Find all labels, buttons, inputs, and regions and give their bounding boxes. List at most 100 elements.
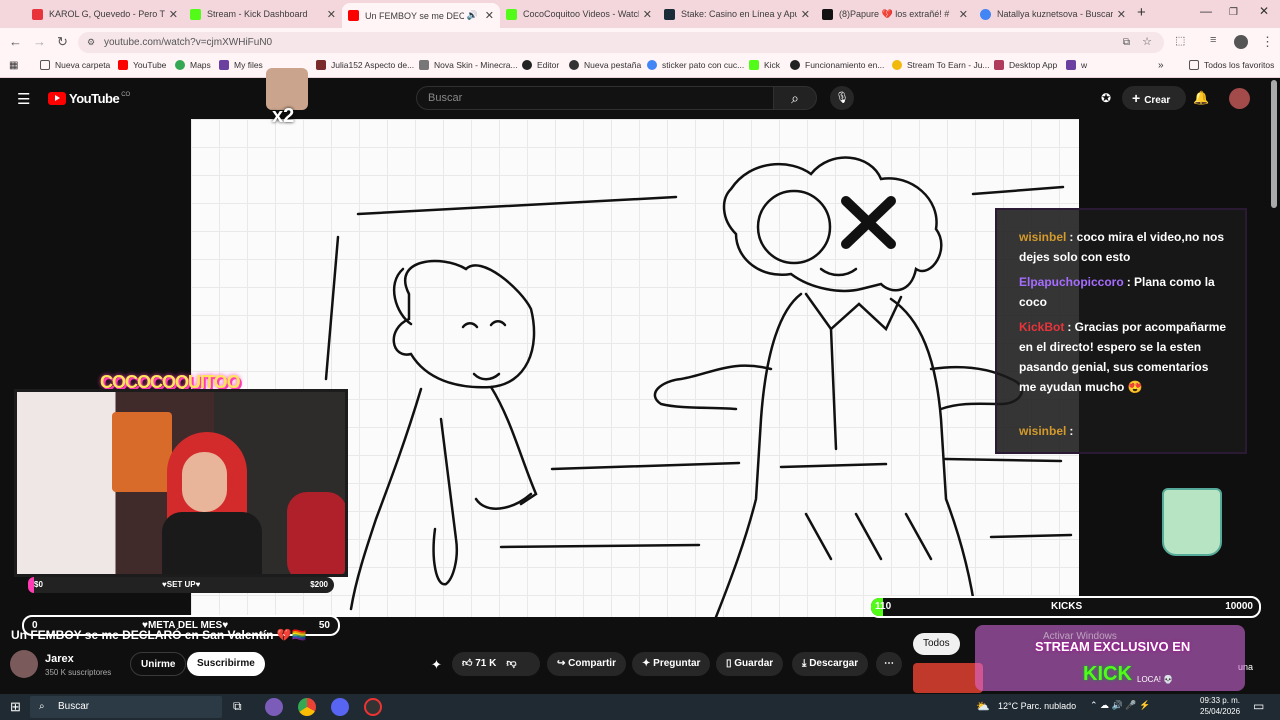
account-avatar[interactable]: [1229, 88, 1250, 109]
bookmark-kick[interactable]: Kick: [749, 60, 780, 70]
maps-icon: [175, 60, 185, 70]
reload-icon[interactable]: ↻: [57, 34, 68, 50]
bookmark-nova-skin[interactable]: Nova Skin - Minecra...: [419, 60, 518, 70]
thumbs-down-icon[interactable]: 👎︎: [506, 658, 516, 669]
extensions-icon[interactable]: ⬚: [1175, 34, 1185, 47]
close-icon[interactable]: ✕: [959, 8, 968, 21]
bookmark-desktop-app[interactable]: Desktop App: [994, 60, 1057, 70]
channel-name[interactable]: Jarex: [45, 653, 74, 665]
tab-cococoquitoo[interactable]: CocoCoquitoo Videos - Watch ✕: [500, 3, 658, 25]
bookmark-star-icon[interactable]: ☆: [1142, 32, 1152, 53]
hamburger-menu-icon[interactable]: ☰: [17, 90, 30, 108]
search-input[interactable]: Buscar: [416, 86, 774, 110]
download-button[interactable]: ⤓ Descargar: [792, 652, 869, 676]
search-button[interactable]: ⌕: [773, 86, 817, 110]
tab-google-search[interactable]: Natallya kuznetsova - Buscar c ✕: [974, 3, 1132, 25]
discord-icon[interactable]: [331, 698, 349, 716]
bookmark-youtube[interactable]: YouTube: [118, 60, 166, 70]
close-icon[interactable]: ✕: [327, 8, 336, 21]
task-view-icon[interactable]: ⧉: [233, 699, 242, 714]
profile-avatar[interactable]: [1234, 35, 1248, 49]
bookmark-nueva-carpeta[interactable]: Nueva carpeta: [40, 60, 110, 70]
tab-tiktok[interactable]: (8)Papure 💔 los extrañé! # ✕: [816, 3, 974, 25]
bookmark-all-favorites[interactable]: Todos los favoritos: [1189, 60, 1274, 70]
more-actions-button[interactable]: ⋯: [876, 652, 902, 676]
kick-favicon-icon: [190, 8, 201, 20]
editor-icon: [522, 60, 532, 70]
browser-menu-icon[interactable]: ⋮: [1261, 34, 1274, 50]
back-icon[interactable]: ←: [9, 34, 22, 49]
chat-message: wisinbel:: [1019, 424, 1074, 438]
close-icon[interactable]: ✕: [485, 9, 494, 22]
google-icon: [647, 60, 657, 70]
sparkle-icon[interactable]: ✦: [431, 657, 442, 673]
page-scrollbar[interactable]: [1271, 80, 1277, 208]
create-button[interactable]: + Crear: [1122, 86, 1186, 110]
game-controller-icon[interactable]: ✪: [1101, 91, 1111, 105]
voice-search-button[interactable]: 🎙: [830, 86, 854, 110]
like-button[interactable]: 👍︎ 71 K 👎︎: [452, 652, 540, 676]
youtube-favicon-icon: [348, 10, 359, 21]
apps-grid-icon[interactable]: ▦: [9, 60, 18, 71]
share-button[interactable]: ↪ Compartir: [547, 652, 626, 676]
restore-icon[interactable]: ❐: [1229, 7, 1238, 18]
bookmark-my-files[interactable]: My files: [219, 60, 263, 70]
bookmark-julia[interactable]: Julia152 Aspecto de...: [316, 60, 414, 70]
bookmark-maps[interactable]: Maps: [175, 60, 211, 70]
address-input[interactable]: ⚙ youtube.com/watch?v=cjmXWHiFuN0 ⧉ ☆: [78, 32, 1164, 53]
more-icon: ⋯: [884, 658, 894, 669]
notifications-bell-icon[interactable]: 🔔: [1193, 90, 1209, 106]
streamer-face: [182, 452, 227, 512]
minimize-icon[interactable]: —: [1200, 4, 1212, 18]
taskbar-search-input[interactable]: ⌕ Buscar: [30, 696, 222, 718]
tab-kick-dashboard[interactable]: Stream - Kick Dashboard ✕: [184, 3, 342, 25]
new-tab-button[interactable]: +: [1137, 4, 1146, 21]
bookmark-sticker[interactable]: sticker pato con cuc...: [647, 60, 744, 70]
tray-icons[interactable]: ⌃ ☁ 🔊 🎤 ⚡: [1090, 700, 1150, 711]
forward-icon[interactable]: →: [33, 34, 46, 49]
kick-favicon-icon: [506, 8, 517, 20]
media-control-icon[interactable]: ≡: [1210, 34, 1216, 46]
install-app-icon[interactable]: ⧉: [1123, 32, 1130, 53]
bookmark-nueva-pestana[interactable]: Nueva pestaña: [569, 60, 641, 70]
bookmark-funcionamiento[interactable]: Funcionamiento en...: [790, 60, 884, 70]
tab-karol-g[interactable]: KAROL G, Quevedo - Pero Tú (L✕: [26, 3, 184, 25]
subscribe-button[interactable]: Suscribirme: [187, 652, 265, 676]
speaker-icon: 🔊: [466, 10, 478, 20]
bookmark-w[interactable]: w: [1066, 60, 1087, 70]
app-icon[interactable]: [265, 698, 283, 716]
poster: [112, 412, 172, 492]
tab-stake[interactable]: Stake: Casino en Línea y Apue ✕: [658, 3, 816, 25]
chip-all[interactable]: Todos: [913, 633, 960, 655]
bookmark-stream-to-earn[interactable]: Stream To Earn - Ju...: [892, 60, 990, 70]
bookmark-editor[interactable]: Editor: [522, 60, 559, 70]
kick-icon: [749, 60, 759, 70]
channel-avatar[interactable]: [10, 650, 38, 678]
share-icon: ↪: [557, 658, 569, 669]
close-icon[interactable]: ✕: [169, 8, 178, 21]
video-title: Un FEMBOY se me DECLARÓ en San Valentín …: [11, 628, 307, 642]
streamer-face-sticker: [266, 68, 308, 110]
more-bookmarks-icon[interactable]: »: [1158, 60, 1164, 71]
obs-icon[interactable]: [364, 698, 382, 716]
close-icon[interactable]: ✕: [801, 8, 810, 21]
ask-button[interactable]: ✦ Preguntar: [632, 652, 711, 676]
setup-goal-bar: $0 ♥SET UP♥ $200: [28, 577, 334, 593]
chrome-icon[interactable]: [298, 698, 316, 716]
save-button[interactable]: ▯ Guardar: [716, 652, 784, 676]
clock-date: 25/04/2026: [1200, 707, 1241, 716]
chair: [287, 492, 345, 574]
promo-overlay: STREAM EXCLUSIVO EN KICK Activar Windows…: [975, 625, 1245, 691]
coin-icon: [892, 60, 902, 70]
tab-active-video[interactable]: Un FEMBOY se me DECLAR🔊✕: [342, 3, 500, 28]
close-window-icon[interactable]: ✕: [1259, 4, 1269, 18]
close-icon[interactable]: ✕: [1117, 8, 1126, 21]
close-icon[interactable]: ✕: [643, 8, 652, 21]
youtube-logo[interactable]: YouTube CO: [48, 91, 130, 106]
site-info-icon[interactable]: ⚙: [87, 32, 95, 53]
sidebar-video-thumbnail[interactable]: [913, 663, 983, 693]
notification-center-icon[interactable]: ▭: [1253, 699, 1264, 713]
join-button[interactable]: Unirme: [130, 652, 187, 676]
chat-message: Elpapuchopiccoro: Plana como la coco: [1019, 275, 1215, 309]
windows-start-icon[interactable]: ⊞: [10, 699, 21, 715]
